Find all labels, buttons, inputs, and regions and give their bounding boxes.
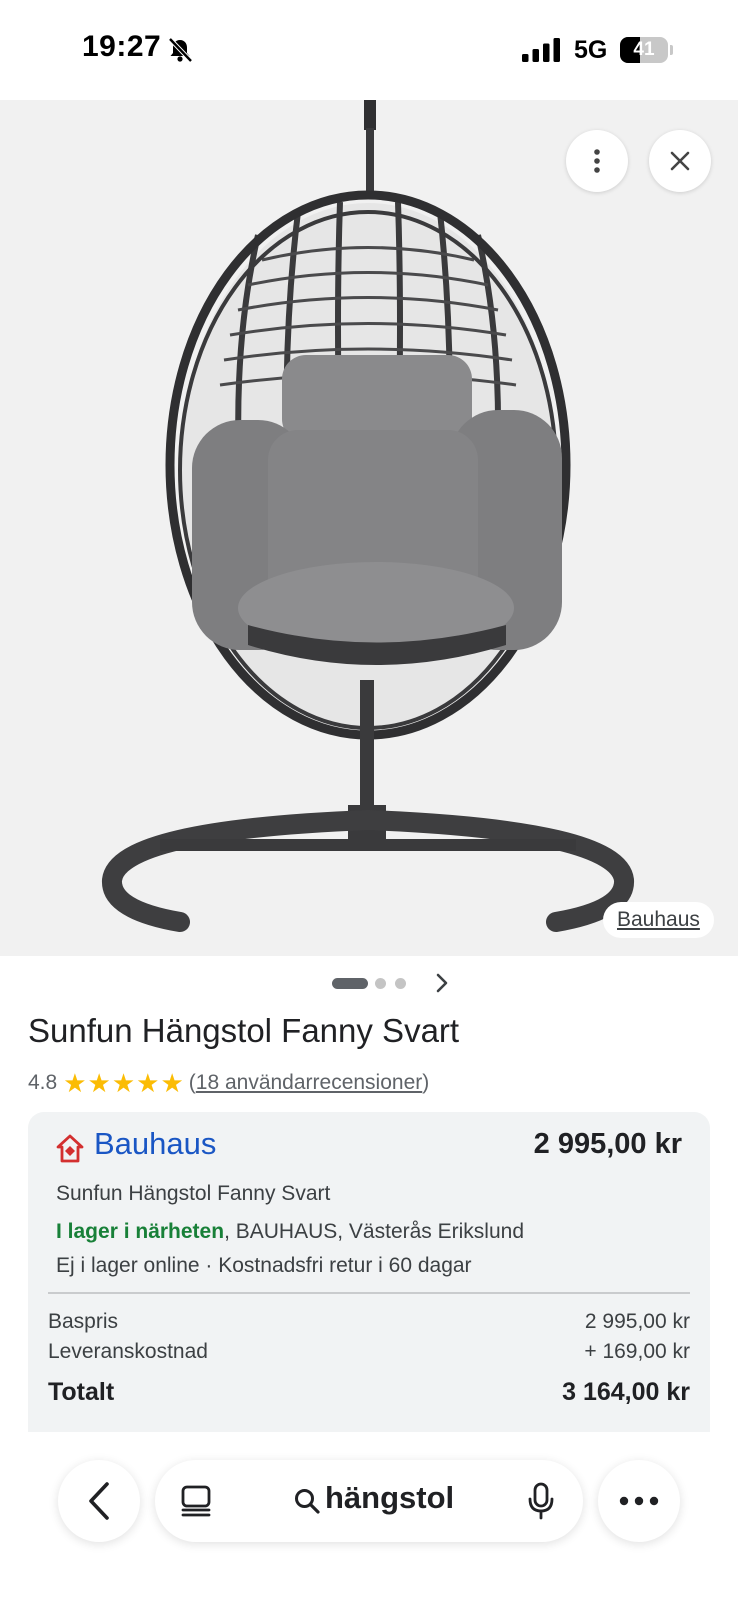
rating-row: 4.8 ★ ★ ★ ★ ★ (18 användarrecensioner) <box>28 1068 429 1098</box>
reviews-open-paren: ( <box>188 1071 196 1094</box>
status-time: 19:27 <box>82 30 162 63</box>
more-options-button[interactable] <box>566 130 628 192</box>
offer-card[interactable]: Bauhaus 2 995,00 kr Sunfun Hängstol Fann… <box>28 1112 710 1432</box>
shipping-label: Leveranskostnad <box>48 1340 208 1363</box>
more-menu-button[interactable] <box>598 1460 680 1542</box>
reviews-link[interactable]: 18 användarrecensioner <box>196 1071 423 1095</box>
battery-percent: 41 <box>633 39 655 60</box>
stock-location: , BAUHAUS, Västerås Erikslund <box>224 1220 524 1243</box>
battery-icon: 41 <box>620 37 673 63</box>
product-image-viewer[interactable]: Bauhaus <box>0 100 738 956</box>
network-type: 5G <box>574 36 608 64</box>
back-button[interactable] <box>58 1460 140 1542</box>
stock-line: I lager i närheten, BAUHAUS, Västerås Er… <box>56 1220 524 1244</box>
microphone-icon[interactable] <box>527 1482 555 1520</box>
offer-product-name: Sunfun Hängstol Fanny Svart <box>56 1182 331 1205</box>
image-carousel-indicator <box>0 970 738 996</box>
carousel-dot[interactable] <box>395 978 406 989</box>
offer-price: 2 995,00 kr <box>533 1128 682 1160</box>
chevron-left-icon <box>89 1482 109 1520</box>
chevron-right-icon[interactable] <box>431 972 453 994</box>
base-price-label: Baspris <box>48 1310 119 1333</box>
star-icon: ★ <box>160 1068 184 1098</box>
carousel-dot[interactable] <box>375 978 386 989</box>
total-value: 3 164,00 kr <box>562 1378 690 1406</box>
base-price-value: 2 995,00 kr <box>584 1310 690 1333</box>
bell-muted-icon <box>168 37 193 63</box>
close-icon <box>670 151 690 171</box>
merchant-name-link[interactable]: Bauhaus <box>94 1126 216 1162</box>
status-bar: 19:27 5G 41 <box>0 0 738 100</box>
reviews-close-paren: ) <box>422 1071 430 1094</box>
delivery-info: Ej i lager online · Kostnadsfri retur i … <box>56 1254 472 1277</box>
cellular-signal-icon <box>522 38 560 62</box>
search-query[interactable]: hängstol <box>325 1480 454 1516</box>
rating-value: 4.8 <box>28 1071 58 1094</box>
tabs-icon[interactable] <box>179 1484 213 1518</box>
stock-status: I lager i närheten <box>56 1220 225 1243</box>
star-rating: ★ ★ ★ ★ ★ <box>63 1070 185 1096</box>
star-icon: ★ <box>136 1068 160 1098</box>
vertical-dots-icon <box>594 149 600 173</box>
star-icon: ★ <box>111 1068 136 1098</box>
product-title: Sunfun Hängstol Fanny Svart <box>28 1012 460 1049</box>
product-image-hanging-chair <box>102 100 634 932</box>
bauhaus-logo-icon <box>56 1134 84 1163</box>
shipping-value: + 169,00 kr <box>584 1340 690 1363</box>
horizontal-dots-icon <box>619 1496 659 1506</box>
bottom-toolbar: hängstol <box>0 1432 738 1600</box>
star-icon: ★ <box>87 1068 111 1098</box>
divider <box>48 1292 690 1294</box>
search-icon <box>295 1489 320 1514</box>
carousel-dot-active[interactable] <box>332 978 368 989</box>
total-label: Totalt <box>48 1378 115 1406</box>
search-bar[interactable]: hängstol <box>155 1460 583 1542</box>
image-source-link[interactable]: Bauhaus <box>603 902 714 938</box>
close-button[interactable] <box>649 130 711 192</box>
star-icon: ★ <box>63 1068 87 1098</box>
